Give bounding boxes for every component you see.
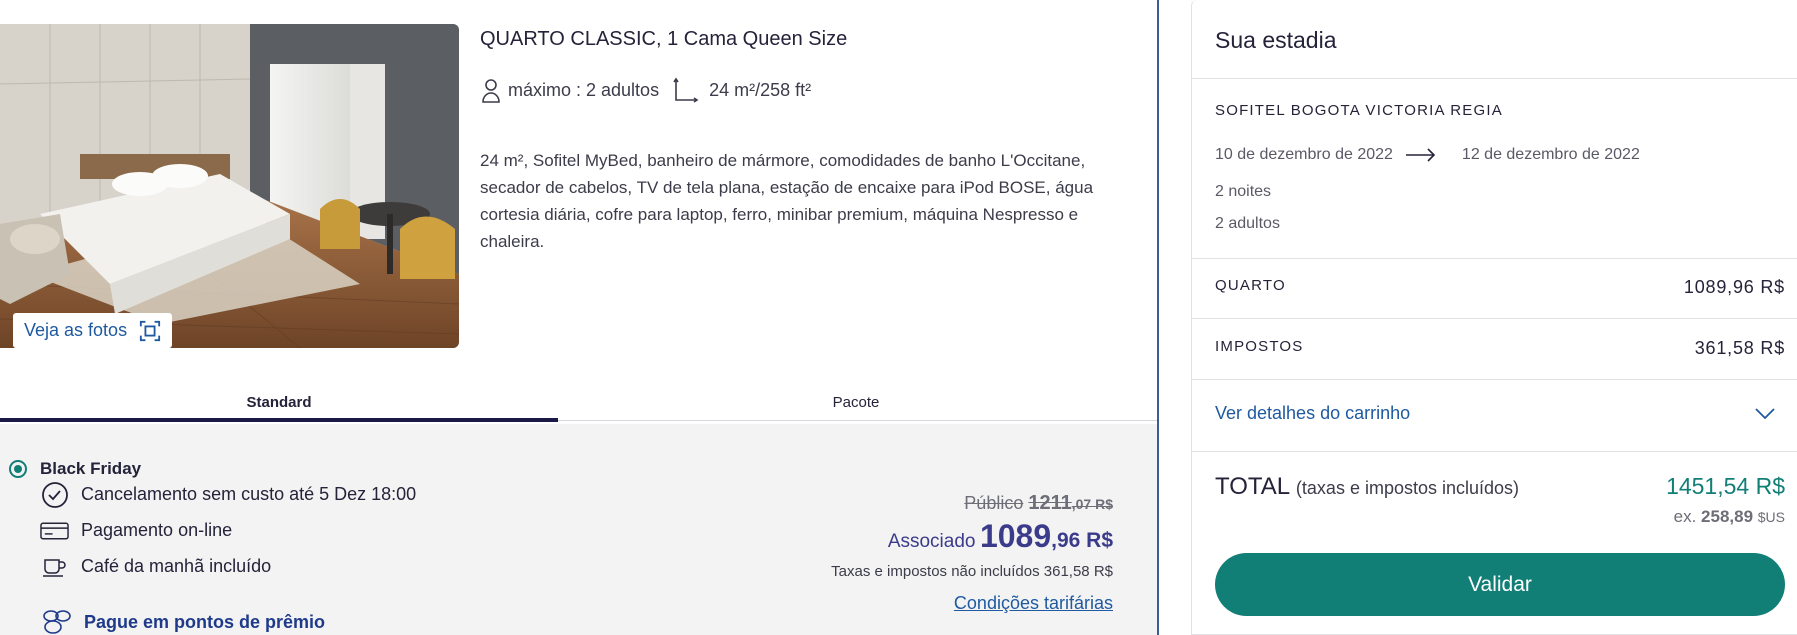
nights-count: 2 noites bbox=[1215, 183, 1272, 200]
member-price-int: 1089 bbox=[979, 518, 1052, 554]
tax-label: IMPOSTOS bbox=[1215, 338, 1304, 355]
room-photo[interactable]: Veja as fotos bbox=[0, 24, 459, 348]
room-price-label: QUARTO bbox=[1215, 277, 1286, 294]
person-icon bbox=[482, 79, 500, 103]
reward-points-icon bbox=[43, 610, 71, 634]
check-in-date: 10 de dezembro de 2022 bbox=[1215, 146, 1393, 163]
feature-breakfast: Café da manhã incluído bbox=[40, 552, 271, 581]
view-photos-label: Veja as fotos bbox=[24, 320, 128, 340]
room-title: QUARTO CLASSIC, 1 Cama Queen Size bbox=[480, 28, 848, 50]
feature-breakfast-label: Café da manhã incluído bbox=[81, 556, 272, 576]
hotel-name: SOFITEL BOGOTA VICTORIA REGIA bbox=[1215, 102, 1503, 119]
rate-conditions-link[interactable]: Condições tarifárias bbox=[954, 593, 1113, 614]
divider bbox=[1192, 258, 1797, 259]
member-price-dec: ,96 R$ bbox=[1051, 529, 1113, 552]
feature-cancellation-label: Cancelamento sem custo até 5 Dez 18:00 bbox=[81, 484, 417, 504]
room-description: 24 m², Sofitel MyBed, banheiro de mármor… bbox=[480, 151, 1094, 251]
credit-card-icon bbox=[40, 516, 69, 545]
stay-summary: Sua estadia SOFITEL BOGOTA VICTORIA REGI… bbox=[1191, 0, 1797, 635]
public-price-label: Público bbox=[964, 493, 1024, 513]
view-photos-button[interactable]: Veja as fotos bbox=[13, 313, 173, 348]
divider bbox=[1192, 451, 1797, 452]
member-price-label: Associado bbox=[887, 531, 976, 552]
divider bbox=[1192, 379, 1797, 380]
public-price: Público 1211,07 R$ bbox=[964, 492, 1113, 515]
tab-pacote[interactable]: Pacote bbox=[558, 394, 1154, 411]
tax-value: 361,58 R$ bbox=[1694, 338, 1785, 358]
public-price-int: 1211 bbox=[1028, 492, 1072, 514]
arrow-right-icon bbox=[1405, 148, 1436, 162]
divider bbox=[1192, 78, 1797, 79]
rate-radio-selected[interactable] bbox=[9, 460, 27, 478]
room-meta: máximo : 2 adultos 24 m²/258 ft² bbox=[480, 77, 811, 103]
rate-tabs: Standard Pacote bbox=[0, 390, 1157, 422]
room-price-value: 1089,96 R$ bbox=[1683, 277, 1785, 297]
total-value: 1451,54 R$ bbox=[1666, 473, 1785, 499]
divider bbox=[1192, 318, 1797, 319]
feature-payment: Pagamento on-line bbox=[40, 516, 232, 545]
cart-details-link[interactable]: Ver detalhes do carrinho bbox=[1215, 403, 1410, 424]
pay-with-points-link[interactable]: Pague em pontos de prêmio bbox=[42, 609, 325, 635]
total-label-sub: (taxas e impostos incluídos) bbox=[1295, 478, 1520, 498]
total-label: TOTAL (taxas e impostos incluídos) bbox=[1215, 473, 1519, 501]
summary-title: Sua estadia bbox=[1215, 27, 1337, 53]
active-tab-indicator bbox=[0, 418, 558, 422]
member-price: Associado 1089,96 R$ bbox=[888, 518, 1113, 555]
validate-button[interactable]: Validar bbox=[1215, 553, 1785, 616]
chevron-down-icon[interactable] bbox=[1753, 404, 1777, 422]
total-usd-prefix: ex. bbox=[1673, 507, 1697, 526]
total-usd: ex. 258,89 $US bbox=[1674, 507, 1785, 527]
pay-with-points-label: Pague em pontos de prêmio bbox=[84, 611, 326, 632]
room-size: 24 m²/258 ft² bbox=[709, 79, 812, 100]
feature-cancellation: Cancelamento sem custo até 5 Dez 18:00 bbox=[40, 480, 416, 509]
adults-count: 2 adultos bbox=[1215, 215, 1280, 232]
room-capacity: máximo : 2 adultos bbox=[508, 79, 660, 100]
public-price-dec: ,07 R$ bbox=[1071, 496, 1113, 512]
gallery-frame-icon bbox=[139, 320, 161, 341]
clock-icon bbox=[40, 480, 69, 509]
total-usd-value: 258,89 bbox=[1701, 507, 1754, 526]
column-divider bbox=[1157, 0, 1159, 635]
tax-note: Taxas e impostos não incluídos 361,58 R$ bbox=[831, 563, 1113, 580]
check-out-date: 12 de dezembro de 2022 bbox=[1461, 146, 1640, 163]
total-label-text: TOTAL bbox=[1215, 473, 1290, 500]
rate-name: Black Friday bbox=[40, 459, 142, 478]
feature-payment-label: Pagamento on-line bbox=[81, 520, 233, 540]
rate-panel: Black Friday Cancelamento sem custo até … bbox=[0, 424, 1157, 635]
room-card: Veja as fotos QUARTO CLASSIC, 1 Cama Que… bbox=[0, 0, 1157, 635]
total-usd-currency: $US bbox=[1757, 509, 1785, 525]
coffee-cup-icon bbox=[40, 552, 69, 581]
room-size-icon bbox=[673, 77, 699, 103]
stay-dates: 10 de dezembro de 2022 12 de dezembro de… bbox=[1215, 146, 1640, 164]
tab-standard[interactable]: Standard bbox=[0, 394, 558, 411]
